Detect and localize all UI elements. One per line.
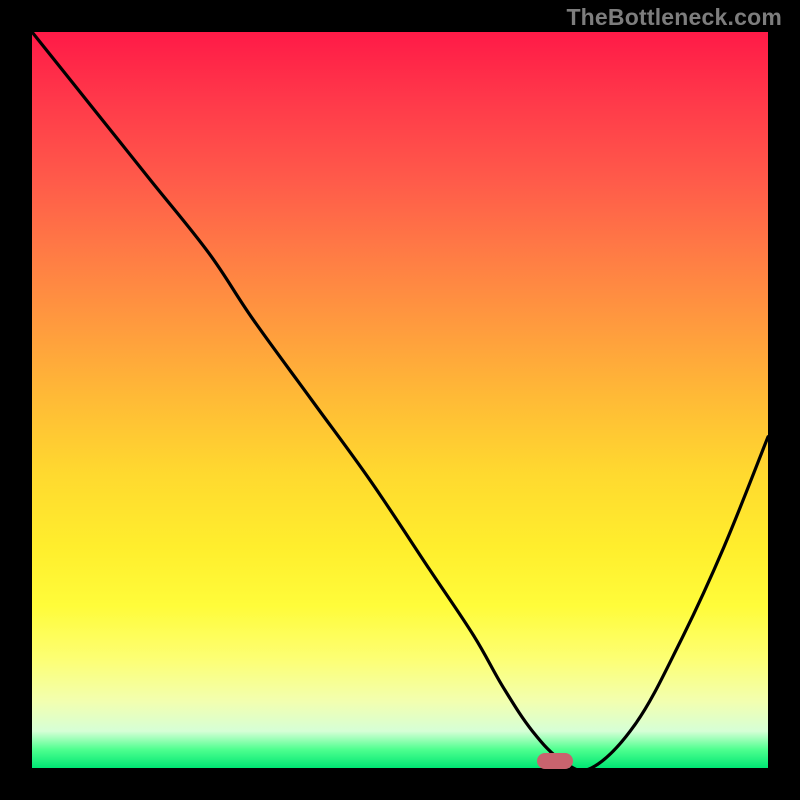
optimal-point-marker — [537, 753, 573, 769]
frame: TheBottleneck.com — [0, 0, 800, 800]
bottleneck-plot — [32, 32, 768, 768]
curve-svg — [32, 32, 768, 768]
bottleneck-curve-path — [32, 32, 768, 768]
watermark-text: TheBottleneck.com — [566, 4, 782, 31]
